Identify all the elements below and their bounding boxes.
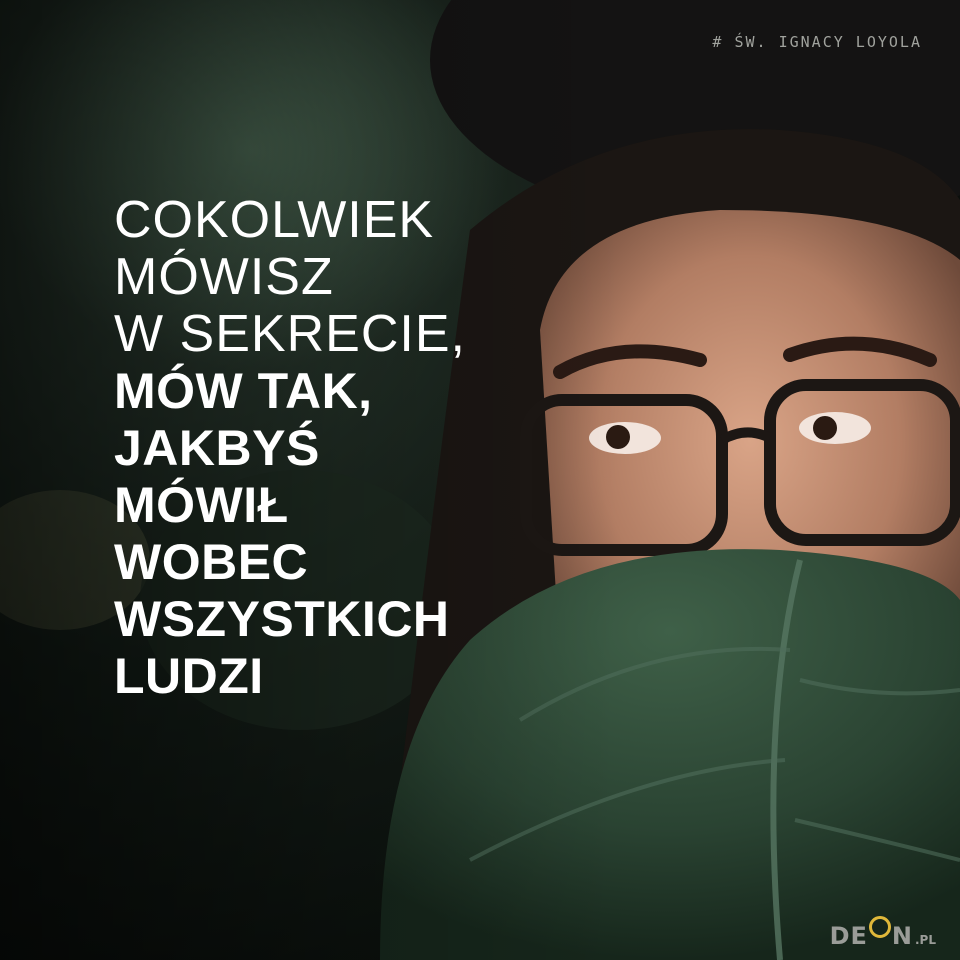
quote-line: COKOLWIEK — [114, 191, 435, 249]
quote-text: COKOLWIEK MÓWISZ W SEKRECIE, MÓW TAK, JA… — [114, 192, 466, 705]
quote-line-bold: MÓWIŁ — [114, 477, 289, 533]
quote-line-bold: JAKBYŚ — [114, 420, 320, 476]
quote-graphic: # ŚW. IGNACY LOYOLA COKOLWIEK MÓWISZ W S… — [0, 0, 960, 960]
quote-line: MÓWISZ — [114, 248, 334, 306]
logo-text-end: N — [891, 922, 913, 950]
quote-line-bold: MÓW TAK, — [114, 363, 373, 419]
quote-line-bold: WOBEC — [114, 534, 309, 590]
deon-logo: DE N .PL — [829, 916, 936, 950]
logo-o-ring-icon — [868, 916, 891, 938]
quote-line: W SEKRECIE, — [114, 305, 466, 363]
author-attribution: # ŚW. IGNACY LOYOLA — [712, 33, 922, 51]
logo-tld: .PL — [915, 933, 936, 947]
quote-line-bold: LUDZI — [114, 648, 264, 704]
logo-text-start: DE — [829, 922, 868, 950]
quote-line-bold: WSZYSTKICH — [114, 591, 450, 647]
